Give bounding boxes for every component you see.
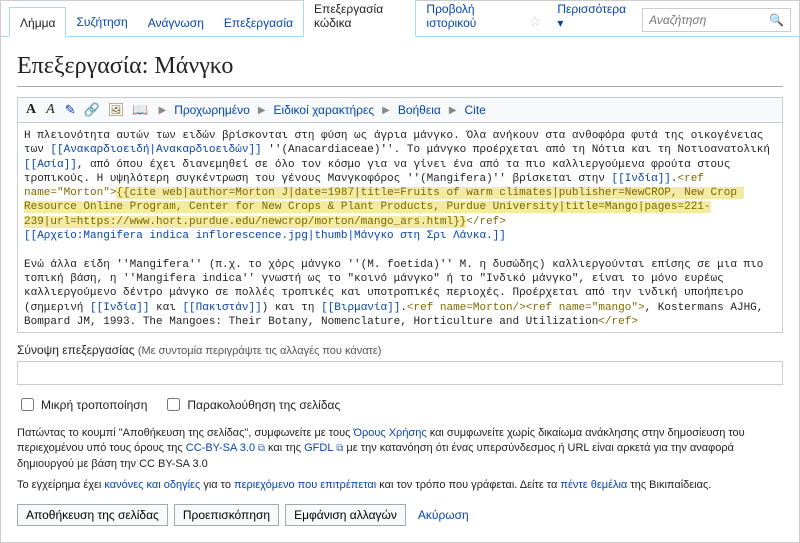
watch-page-checkbox[interactable] [167, 398, 180, 411]
link-cc-by-sa[interactable]: CC-BY-SA 3.0 ⧉ [186, 442, 265, 454]
top-tabs: Λήμμα Συζήτηση Ανάγνωση Επεξεργασία Επεξ… [1, 1, 799, 37]
preview-button[interactable]: Προεπισκόπηση [174, 504, 279, 526]
reference-icon[interactable]: 📖 [130, 102, 150, 118]
toolbar-cite[interactable]: Cite [465, 103, 486, 117]
minor-edit-checkbox[interactable] [21, 398, 34, 411]
signature-icon[interactable]: ✎ [63, 102, 78, 118]
tab-edit[interactable]: Επεξεργασία [214, 8, 303, 36]
minor-edit-check[interactable]: Μικρή τροποποίηση [17, 395, 147, 414]
link-five-pillars[interactable]: πέντε θεμέλια [560, 479, 627, 491]
page-title: Επεξεργασία: Μάνγκο [17, 53, 783, 87]
watch-star-icon[interactable]: ☆ [521, 7, 550, 36]
link-rules[interactable]: κανόνες και οδηγίες [104, 479, 200, 491]
save-button[interactable]: Αποθήκευση της σελίδας [17, 504, 168, 526]
search-input[interactable] [643, 9, 763, 31]
tab-history[interactable]: Προβολή ιστορικού [416, 0, 520, 36]
tab-edit-source[interactable]: Επεξεργασία κώδικα [303, 0, 416, 37]
more-menu[interactable]: Περισσότερα ▾ [549, 0, 634, 36]
toolbar-special-chars[interactable]: Ειδικοί χαρακτήρες [274, 103, 375, 117]
wikitext-editor[interactable]: Η πλειονότητα αυτών των ειδών βρίσκονται… [17, 123, 783, 333]
toolbar-advanced[interactable]: Προχωρημένο [174, 103, 250, 117]
toolbar-help[interactable]: Βοήθεια [398, 103, 441, 117]
watch-page-check[interactable]: Παρακολούθηση της σελίδας [163, 395, 340, 414]
diff-button[interactable]: Εμφάνιση αλλαγών [285, 504, 406, 526]
link-gfdl[interactable]: GFDL ⧉ [304, 442, 343, 454]
chevron-right-icon: ▶ [380, 105, 392, 116]
link-content-policy[interactable]: περιεχόμενο που επιτρέπεται [234, 479, 376, 491]
external-link-icon: ⧉ [255, 443, 265, 454]
link-icon[interactable]: 🔗 [82, 102, 102, 118]
edit-toolbar: A A ✎ 🔗 🖼 📖 ▶ Προχωρημένο ▶ Ειδικοί χαρα… [17, 97, 783, 123]
summary-input[interactable] [17, 361, 783, 385]
cancel-link[interactable]: Ακύρωση [412, 508, 469, 522]
chevron-right-icon: ▶ [256, 105, 268, 116]
italic-button[interactable]: A [44, 102, 57, 118]
link-terms[interactable]: Όρους Χρήσης [353, 427, 426, 439]
legal-text: Πατώντας το κουμπί "Αποθήκευση της σελίδ… [17, 426, 783, 494]
bold-button[interactable]: A [24, 102, 38, 118]
tab-article[interactable]: Λήμμα [9, 7, 66, 37]
search-box: 🔍 [642, 8, 791, 32]
tab-talk[interactable]: Συζήτηση [66, 7, 137, 36]
summary-label: Σύνοψη επεξεργασίας (Με συντομία περιγρά… [17, 343, 783, 357]
external-link-icon: ⧉ [333, 443, 343, 454]
tab-read[interactable]: Ανάγνωση [138, 8, 214, 36]
chevron-right-icon: ▶ [447, 105, 459, 116]
chevron-right-icon: ▶ [156, 105, 168, 116]
file-icon[interactable]: 🖼 [106, 102, 127, 118]
search-icon[interactable]: 🔍 [763, 13, 790, 27]
